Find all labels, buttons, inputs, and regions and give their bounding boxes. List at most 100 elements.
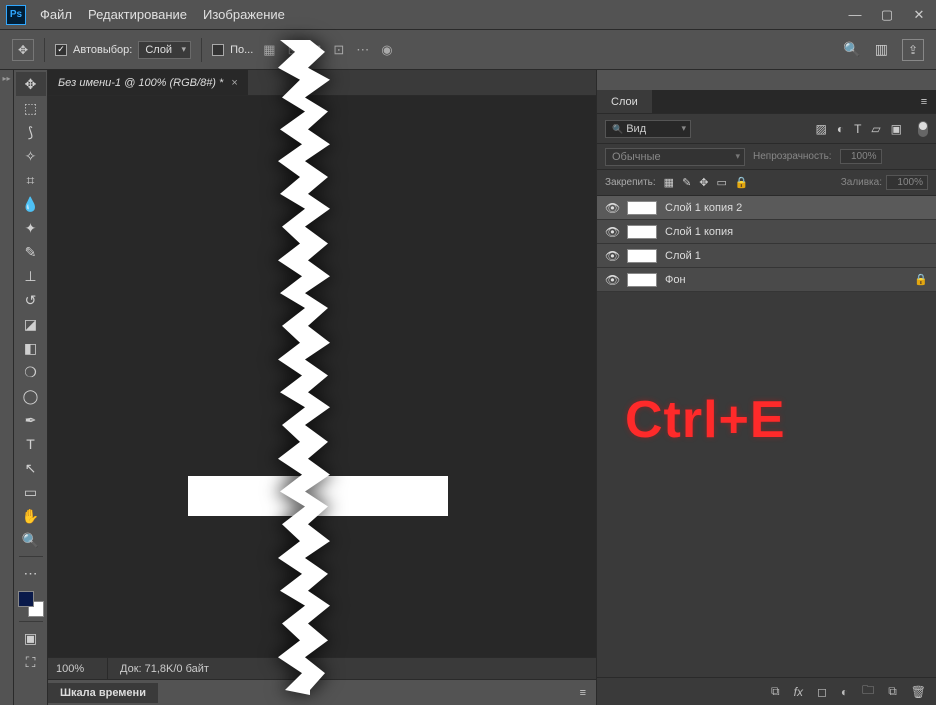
blur-tool[interactable]: ❍ [16, 360, 46, 384]
zoom-field[interactable]: 100% [48, 658, 108, 679]
dodge-tool[interactable]: ◯ [16, 384, 46, 408]
layer-row[interactable]: 👁 Слой 1 копия 2 [597, 196, 936, 220]
visibility-toggle-icon[interactable]: 👁 [605, 273, 619, 287]
document-info[interactable]: Док: 71,8K/0 байт [108, 663, 221, 675]
3d-icon[interactable]: ◉ [381, 42, 392, 58]
filter-toggle[interactable] [918, 121, 928, 137]
layer-row[interactable]: 👁 Слой 1 копия [597, 220, 936, 244]
brush-tool[interactable]: ✎ [16, 240, 46, 264]
lock-pixels-icon[interactable]: ✎ [682, 176, 691, 189]
hand-tool[interactable]: ✋ [16, 504, 46, 528]
move-tool[interactable]: ✥ [16, 72, 46, 96]
layer-row[interactable]: 👁 Фон 🔒 [597, 268, 936, 292]
healing-brush-tool[interactable]: ✦ [16, 216, 46, 240]
layer-thumbnail[interactable] [627, 249, 657, 263]
workspace-icon[interactable]: ▥ [875, 41, 888, 58]
layer-name[interactable]: Слой 1 копия 2 [665, 202, 742, 214]
visibility-toggle-icon[interactable]: 👁 [605, 201, 619, 215]
align-icon[interactable]: ⋯ [356, 42, 369, 58]
autoselect-label: Автовыбор: [73, 44, 132, 56]
foreground-color-swatch[interactable] [18, 591, 34, 607]
align-icon[interactable]: ⊞ [288, 42, 299, 58]
zoom-tool[interactable]: 🔍 [16, 528, 46, 552]
gradient-tool[interactable]: ◧ [16, 336, 46, 360]
history-brush-tool[interactable]: ↺ [16, 288, 46, 312]
autoselect-target-select[interactable]: Слой [138, 41, 191, 59]
delete-layer-icon[interactable]: 🗑 [911, 685, 926, 699]
layers-tab[interactable]: Слои [597, 90, 652, 113]
align-icon[interactable]: ▦ [263, 42, 275, 58]
type-tool[interactable]: T [16, 432, 46, 456]
lock-label: Закрепить: [605, 177, 656, 188]
lock-transparency-icon[interactable]: ▦ [664, 176, 674, 189]
autoselect-group: Автовыбор: Слой [55, 41, 191, 59]
menu-image[interactable]: Изображение [203, 7, 285, 22]
align-icon[interactable]: ⊟ [310, 42, 321, 58]
opacity-field[interactable]: 100% [840, 149, 882, 164]
menu-file[interactable]: Файл [40, 7, 72, 22]
collapse-arrows-icon: ▸▸ [2, 74, 10, 83]
rectangle-tool[interactable]: ▭ [16, 480, 46, 504]
share-button[interactable]: ⇪ [902, 39, 924, 61]
toolbar-collapse-strip[interactable]: ▸▸ [0, 70, 14, 705]
crop-tool[interactable]: ⌗ [16, 168, 46, 192]
lock-icon: 🔒 [914, 273, 928, 286]
show-controls-checkbox[interactable] [212, 44, 224, 56]
path-selection-tool[interactable]: ↖ [16, 456, 46, 480]
layer-name[interactable]: Слой 1 [665, 250, 701, 262]
lock-all-icon[interactable]: 🔒 [735, 176, 749, 189]
panel-menu-icon[interactable]: ≡ [912, 90, 936, 113]
maximize-button[interactable]: ▢ [876, 6, 898, 24]
new-layer-icon[interactable]: ⧉ [888, 684, 897, 699]
tools-panel: ✥ ⬚ ⟆ ✧ ⌗ 💧 ✦ ✎ ⊥ ↺ ◪ ◧ ❍ ◯ ✒ T ↖ ▭ ✋ 🔍 … [14, 70, 48, 705]
layer-row[interactable]: 👁 Слой 1 [597, 244, 936, 268]
autoselect-checkbox[interactable] [55, 44, 67, 56]
filter-pixel-icon[interactable]: ▨ [815, 122, 826, 136]
timeline-menu-icon[interactable]: ≡ [570, 687, 596, 699]
link-layers-icon[interactable]: ⧉ [771, 684, 780, 699]
visibility-toggle-icon[interactable]: 👁 [605, 225, 619, 239]
layer-name[interactable]: Слой 1 копия [665, 226, 733, 238]
filter-adjustment-icon[interactable]: ◐ [837, 122, 844, 136]
main-area: ▸▸ ✥ ⬚ ⟆ ✧ ⌗ 💧 ✦ ✎ ⊥ ↺ ◪ ◧ ❍ ◯ ✒ T ↖ ▭ ✋… [0, 70, 936, 705]
search-icon[interactable]: 🔍 [843, 41, 860, 58]
fill-field[interactable]: 100% [886, 175, 928, 190]
filter-shape-icon[interactable]: ▱ [871, 122, 880, 136]
layer-thumbnail[interactable] [627, 201, 657, 215]
screenmode-toggle[interactable]: ⛶ [16, 650, 46, 674]
lock-artboard-icon[interactable]: ▭ [717, 176, 727, 189]
document-tab[interactable]: Без имени-1 @ 100% (RGB/8#) * × [48, 70, 248, 95]
close-button[interactable]: ✕ [908, 6, 930, 24]
group-icon[interactable]: 🗀 [862, 681, 874, 702]
menu-edit[interactable]: Редактирование [88, 7, 187, 22]
visibility-toggle-icon[interactable]: 👁 [605, 249, 619, 263]
filter-smart-icon[interactable]: ▣ [891, 122, 902, 136]
lasso-tool[interactable]: ⟆ [16, 120, 46, 144]
layer-filter-select[interactable]: Вид [605, 120, 691, 138]
close-tab-icon[interactable]: × [231, 77, 237, 89]
align-icon[interactable]: ⊡ [333, 42, 344, 58]
quickmask-toggle[interactable]: ▣ [16, 626, 46, 650]
show-controls-group: По... [212, 44, 253, 56]
layer-style-icon[interactable]: fx [794, 685, 803, 699]
eraser-tool[interactable]: ◪ [16, 312, 46, 336]
pen-tool[interactable]: ✒ [16, 408, 46, 432]
clone-stamp-tool[interactable]: ⊥ [16, 264, 46, 288]
layer-name[interactable]: Фон [665, 274, 686, 286]
divider [44, 38, 45, 62]
lock-position-icon[interactable]: ✥ [699, 176, 708, 189]
marquee-tool[interactable]: ⬚ [16, 96, 46, 120]
blend-mode-select[interactable]: Обычные [605, 148, 745, 166]
magic-wand-tool[interactable]: ✧ [16, 144, 46, 168]
filter-type-icon[interactable]: T [854, 122, 861, 136]
canvas-viewport[interactable] [48, 96, 596, 657]
layer-mask-icon[interactable]: ◻ [817, 685, 827, 699]
adjustment-layer-icon[interactable]: ◐ [841, 685, 848, 699]
layer-thumbnail[interactable] [627, 225, 657, 239]
color-swatches[interactable] [18, 591, 44, 617]
layer-thumbnail[interactable] [627, 273, 657, 287]
edit-toolbar[interactable]: ⋯ [16, 561, 46, 585]
minimize-button[interactable]: — [844, 6, 866, 24]
eyedropper-tool[interactable]: 💧 [16, 192, 46, 216]
timeline-tab[interactable]: Шкала времени [48, 683, 158, 703]
